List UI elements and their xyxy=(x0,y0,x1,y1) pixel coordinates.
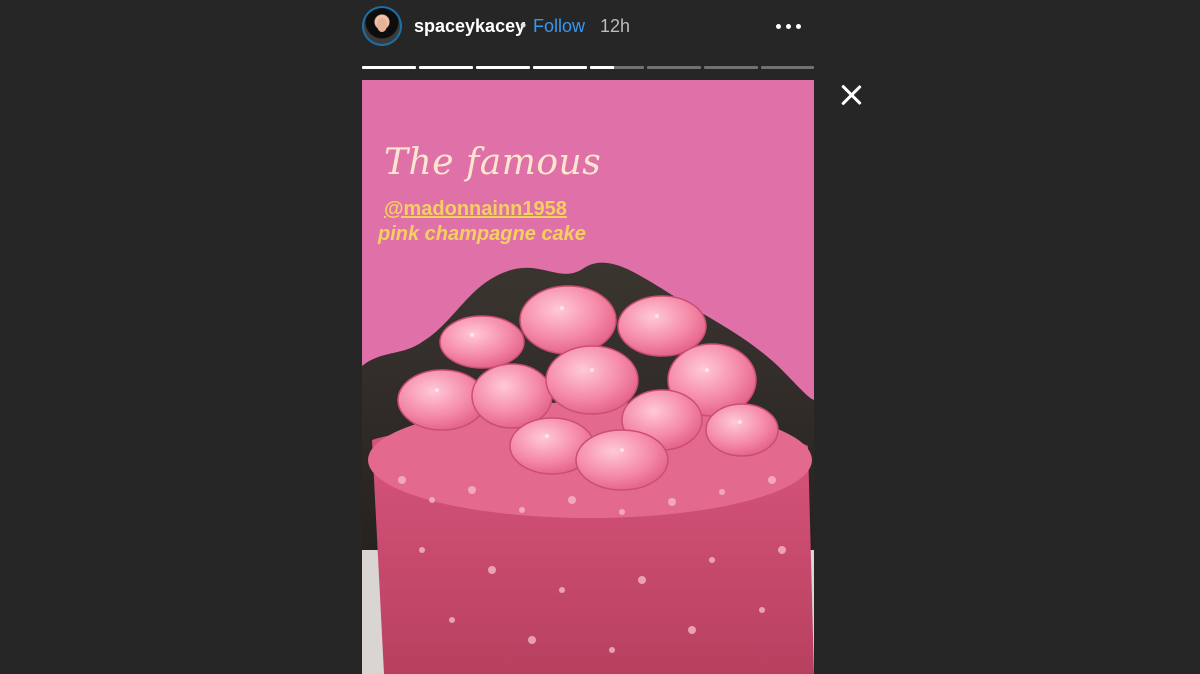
progress-segment-current xyxy=(590,66,644,69)
progress-segment xyxy=(362,66,416,69)
story-image[interactable]: The famous @madonnainn1958 pink champagn… xyxy=(362,80,814,674)
progress-segment xyxy=(761,66,814,69)
story-subtitle: pink champagne cake xyxy=(378,223,586,245)
post-time: 12h xyxy=(600,16,631,36)
close-icon[interactable] xyxy=(838,82,864,108)
avatar[interactable] xyxy=(362,6,402,46)
progress-segment xyxy=(419,66,473,69)
progress-segment xyxy=(533,66,587,69)
progress-segment xyxy=(647,66,701,69)
follow-button[interactable]: Follow xyxy=(533,16,585,37)
story-header: spaceykacey • Follow 12h xyxy=(362,6,814,46)
progress-segment xyxy=(476,66,530,69)
username[interactable]: spaceykacey xyxy=(414,16,525,37)
progress-segment xyxy=(704,66,758,69)
story-title-script: The famous xyxy=(384,142,602,183)
separator-dot: • xyxy=(520,15,527,35)
story-progress-bar xyxy=(362,66,814,69)
mention-link[interactable]: @madonnainn1958 xyxy=(384,198,567,221)
more-options-icon[interactable] xyxy=(774,10,804,40)
